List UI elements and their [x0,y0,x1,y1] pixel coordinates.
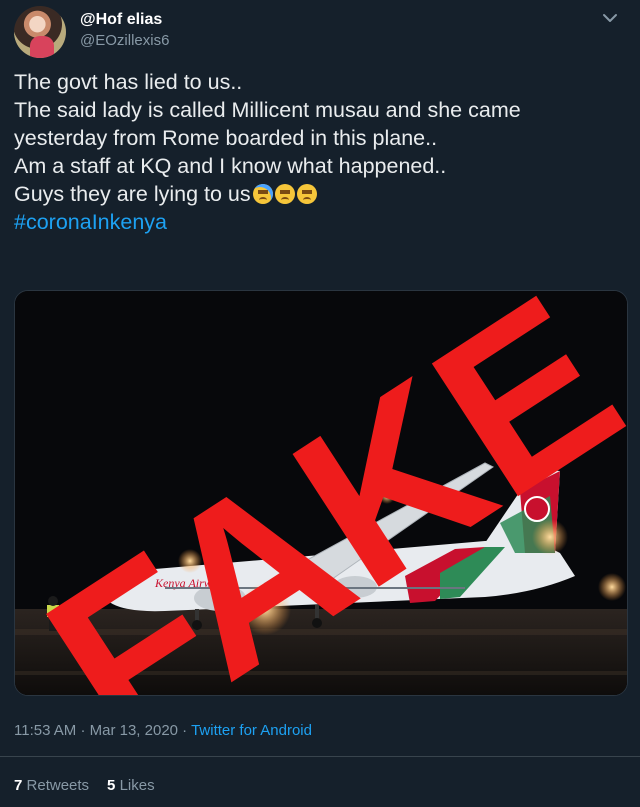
avatar[interactable] [14,6,66,58]
worried-face-emoji-icon [296,184,317,204]
user-handle[interactable]: @EOzillexis6 [80,32,169,49]
tweet-text: The govt has lied to us.. The said lady … [14,68,624,236]
tweet-line: yesterday from Rome boarded in this plan… [14,126,438,150]
tweet-line: The govt has lied to us.. [14,70,243,94]
airplane-photo: Kenya Airways FAKE [15,291,627,695]
hashtag-link[interactable]: #coronaInkenya [14,208,624,236]
tweet-time[interactable]: 11:53 AM [14,722,76,739]
tweet-line: The said lady is called Millicent musau … [14,98,521,122]
retweets-count: 7 [14,777,23,794]
unamused-face-emoji-icon [274,184,295,204]
tweet-line-with-emoji: Guys they are lying to us [14,180,624,208]
tweet-date[interactable]: Mar 13, 2020 [90,722,178,739]
display-name[interactable]: @Hof elias [80,11,162,29]
chevron-down-icon[interactable] [600,8,620,28]
divider [0,756,640,757]
retweets-label: Retweets [26,777,90,794]
likes-stat[interactable]: 5 Likes [107,777,155,794]
retweets-stat[interactable]: 7 Retweets [14,777,89,794]
meta-separator: · [80,722,90,739]
tweet-header: @Hof elias @EOzillexis6 [14,6,626,62]
tweet-media-image[interactable]: Kenya Airways FAKE [14,290,628,696]
tweet-stats: 7 Retweets 5 Likes [14,777,155,794]
tweet-line: Guys they are lying to us [14,182,251,206]
tweet-line: Am a staff at KQ and I know what happene… [14,154,447,178]
tweet-meta: 11:53 AM · Mar 13, 2020 · Twitter for An… [14,722,312,739]
likes-count: 5 [107,777,116,794]
tweet-source-link[interactable]: Twitter for Android [191,722,312,739]
likes-label: Likes [119,777,155,794]
meta-separator: · [182,722,192,739]
crying-face-emoji-icon [252,184,273,204]
